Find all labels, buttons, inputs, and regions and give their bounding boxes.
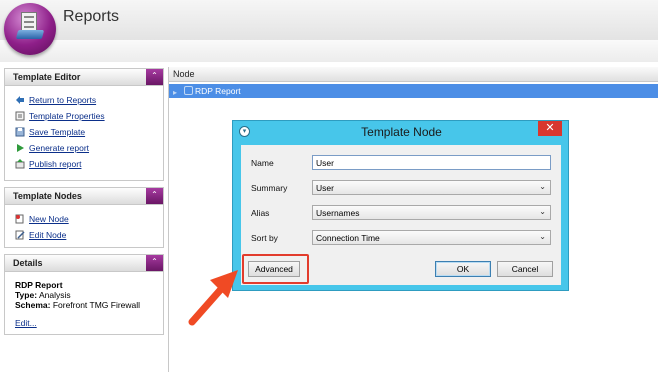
publish-icon bbox=[15, 159, 25, 169]
summary-value: User bbox=[316, 183, 334, 193]
link-label[interactable]: Save Template bbox=[29, 127, 85, 137]
annotation-arrow-icon bbox=[188, 270, 238, 326]
back-arrow-icon bbox=[15, 95, 25, 105]
save-icon bbox=[15, 127, 25, 137]
collapse-icon[interactable]: ⌃ bbox=[146, 255, 163, 271]
link-label[interactable]: Publish report bbox=[29, 159, 81, 169]
summary-select[interactable]: User ⌄ bbox=[312, 180, 551, 195]
cancel-button[interactable]: Cancel bbox=[497, 261, 553, 277]
app-header: Reports bbox=[0, 0, 658, 62]
sidebar: Template Editor ⌃ Return to Reports Temp… bbox=[4, 68, 164, 341]
template-properties-link[interactable]: Template Properties bbox=[15, 108, 163, 124]
ok-button[interactable]: OK bbox=[435, 261, 491, 277]
dialog-title: Template Node bbox=[361, 125, 442, 139]
edit-node-icon bbox=[15, 230, 25, 240]
alias-select[interactable]: Usernames ⌄ bbox=[312, 205, 551, 220]
new-node-icon bbox=[15, 214, 25, 224]
report-node-icon bbox=[184, 86, 193, 95]
chevron-down-icon: ⌄ bbox=[539, 232, 546, 241]
table-row[interactable]: ▸ RDP Report bbox=[169, 84, 658, 98]
sort-by-select[interactable]: Connection Time ⌄ bbox=[312, 230, 551, 245]
sort-by-label: Sort by bbox=[251, 233, 278, 243]
publish-report-link[interactable]: Publish report bbox=[15, 156, 163, 172]
panel-title: Template Nodes bbox=[13, 191, 82, 201]
page-title: Reports bbox=[63, 8, 120, 25]
name-field[interactable]: User bbox=[312, 155, 551, 170]
edit-node-link[interactable]: Edit Node bbox=[15, 227, 163, 243]
row-label: RDP Report bbox=[195, 86, 241, 96]
reports-logo-icon bbox=[4, 3, 56, 55]
alias-label: Alias bbox=[251, 208, 270, 218]
link-label[interactable]: Edit Node bbox=[29, 230, 66, 240]
details-panel: Details ⌃ RDP Report Type: Analysis Sche… bbox=[4, 254, 164, 335]
link-label[interactable]: Template Properties bbox=[29, 111, 105, 121]
close-icon[interactable]: ✕ bbox=[538, 121, 562, 136]
annotation-highlight-box bbox=[242, 254, 309, 284]
panel-header: Template Editor ⌃ bbox=[5, 69, 163, 86]
expand-icon[interactable]: ▸ bbox=[173, 86, 177, 100]
link-label[interactable]: Return to Reports bbox=[29, 95, 96, 105]
return-to-reports-link[interactable]: Return to Reports bbox=[15, 92, 163, 108]
template-editor-panel: Template Editor ⌃ Return to Reports Temp… bbox=[4, 68, 164, 181]
properties-icon bbox=[15, 111, 25, 121]
name-label: Name bbox=[251, 158, 274, 168]
link-label[interactable]: Generate report bbox=[29, 143, 89, 153]
save-template-link[interactable]: Save Template bbox=[15, 124, 163, 140]
collapse-icon[interactable]: ⌃ bbox=[146, 188, 163, 204]
type-value: Analysis bbox=[38, 290, 71, 300]
template-nodes-panel: Template Nodes ⌃ New Node Edit Node bbox=[4, 187, 164, 248]
type-label: Type: bbox=[15, 290, 38, 300]
name-row: Name User bbox=[251, 155, 556, 171]
alias-value: Usernames bbox=[316, 208, 360, 218]
schema-value: Forefront TMG Firewall bbox=[52, 300, 141, 310]
summary-row: Summary User ⌄ bbox=[251, 180, 556, 196]
schema-label: Schema: bbox=[15, 300, 51, 310]
panel-title: Details bbox=[13, 258, 43, 268]
new-node-link[interactable]: New Node bbox=[15, 211, 163, 227]
panel-title: Template Editor bbox=[13, 72, 81, 82]
header-strip bbox=[0, 40, 658, 62]
play-icon bbox=[15, 143, 25, 153]
link-label[interactable]: New Node bbox=[29, 214, 69, 224]
summary-label: Summary bbox=[251, 183, 288, 193]
panel-header: Template Nodes ⌃ bbox=[5, 188, 163, 205]
collapse-icon[interactable]: ⌃ bbox=[146, 69, 163, 85]
chevron-down-icon: ⌄ bbox=[539, 207, 546, 216]
generate-report-link[interactable]: Generate report bbox=[15, 140, 163, 156]
edit-details-link[interactable]: Edit... bbox=[15, 318, 37, 328]
alias-row: Alias Usernames ⌄ bbox=[251, 205, 556, 221]
chevron-down-icon: ⌄ bbox=[539, 182, 546, 191]
node-column-header[interactable]: Node bbox=[169, 67, 658, 82]
sort-by-value: Connection Time bbox=[316, 233, 380, 243]
panel-header: Details ⌃ bbox=[5, 255, 163, 272]
report-name: RDP Report bbox=[15, 280, 63, 290]
sort-by-row: Sort by Connection Time ⌄ bbox=[251, 230, 556, 246]
